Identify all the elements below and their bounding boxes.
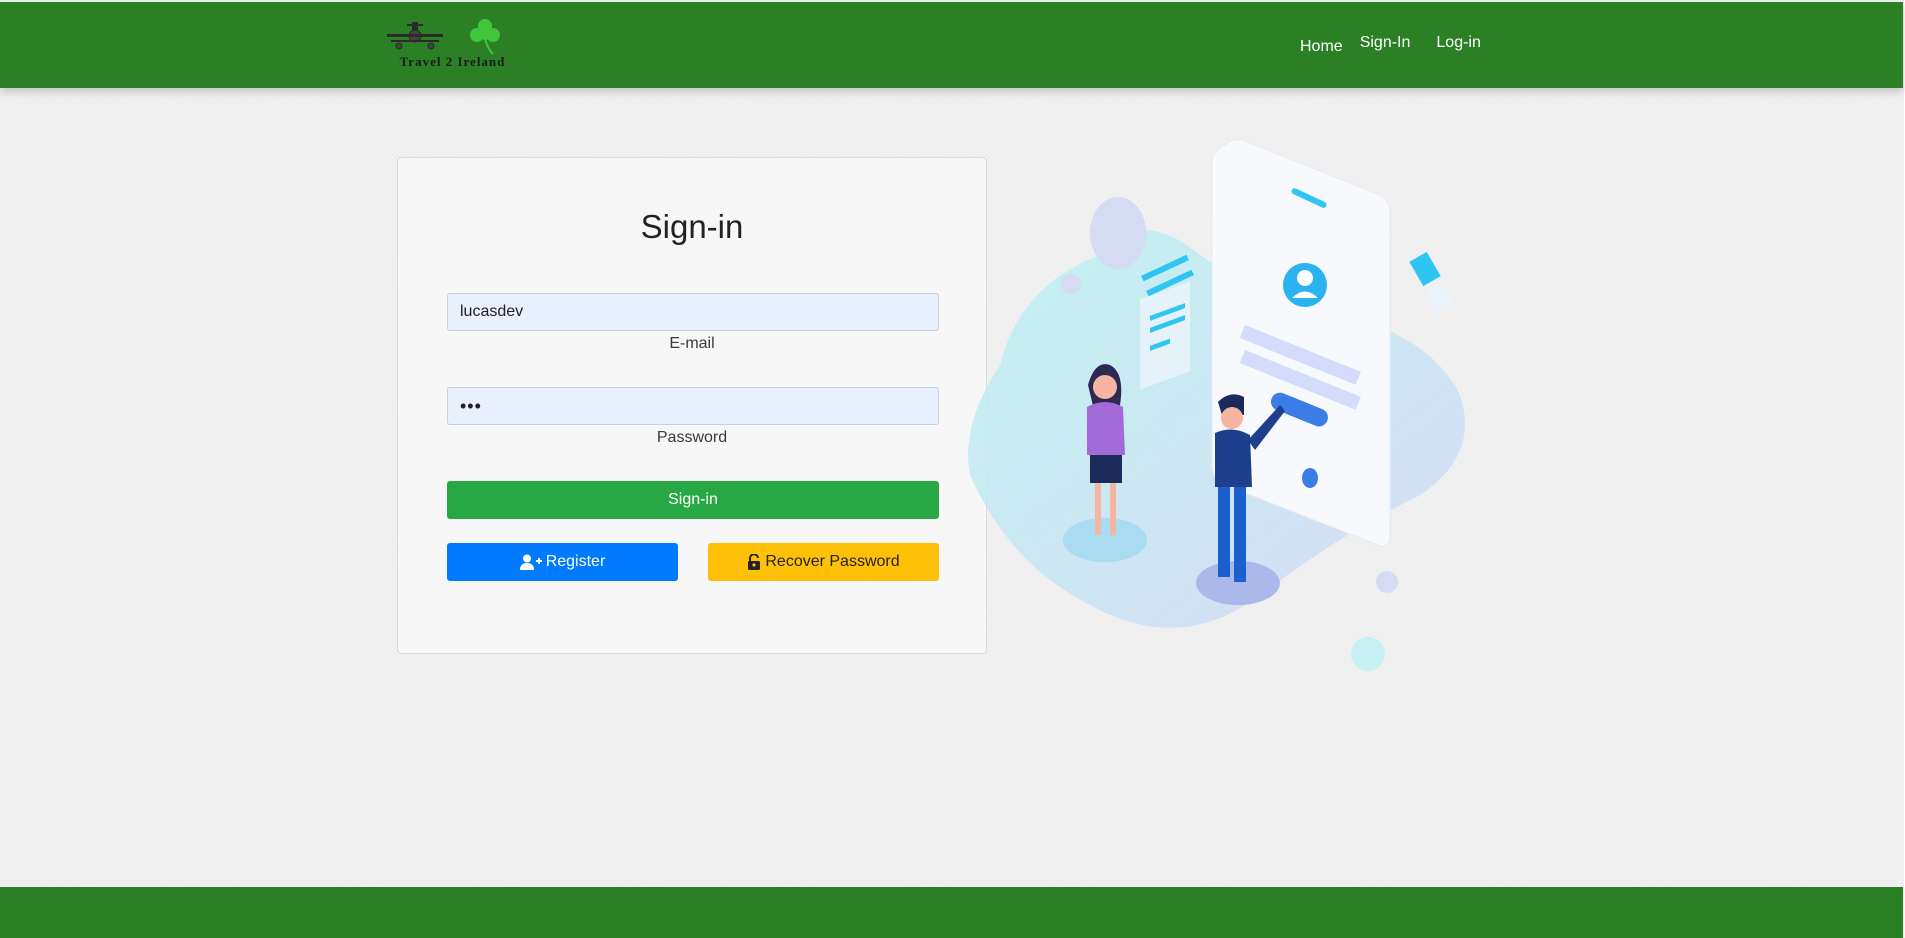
email-label: E-mail [669, 335, 715, 352]
nav-home-link[interactable]: Home [1300, 38, 1343, 56]
nav-signin-link[interactable]: Sign-In [1360, 34, 1411, 56]
signin-card: Sign-in lucasdev E-mail ••• Password Sig… [397, 157, 987, 654]
register-button-label: Register [545, 553, 606, 570]
password-label: Password [656, 429, 728, 446]
navbar: Travel 2 Ireland Home Sign-In Log-in [0, 2, 1903, 88]
page-title: Sign-in [640, 208, 744, 245]
main-nav: Home Sign-In Log-in [1300, 34, 1481, 56]
user-plus-icon [519, 554, 542, 570]
signin-button[interactable]: Sign-in [447, 481, 939, 519]
brand-logo[interactable]: Travel 2 Ireland [385, 18, 520, 72]
recover-password-button[interactable]: Recover Password [708, 543, 939, 581]
brand-name: Travel 2 Ireland [399, 54, 506, 69]
nav-login-link[interactable]: Log-in [1436, 34, 1480, 56]
airplane-shamrock-logo-icon [387, 19, 500, 55]
unlock-icon [747, 554, 761, 570]
footer [0, 887, 1903, 938]
mobile-login-illustration [960, 135, 1520, 675]
email-field[interactable]: lucasdev [447, 293, 939, 331]
recover-password-button-label: Recover Password [765, 553, 900, 570]
password-field[interactable]: ••• [447, 387, 939, 425]
register-button[interactable]: Register [447, 543, 678, 581]
signin-button-label: Sign-in [668, 491, 718, 508]
